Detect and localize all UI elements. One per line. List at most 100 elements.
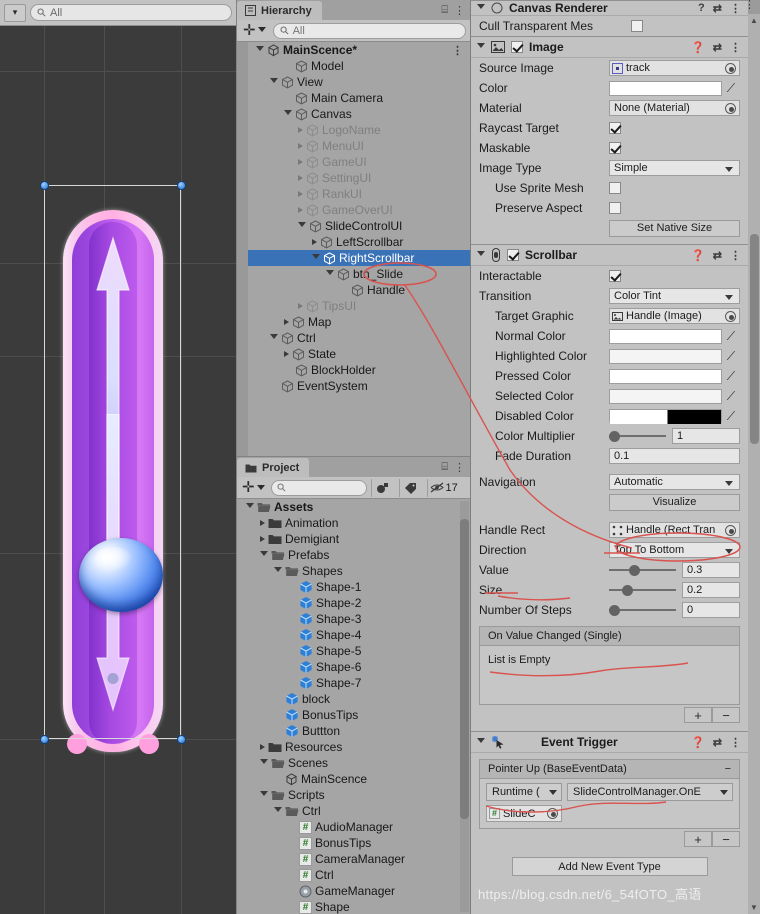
rect-handle-top-left[interactable] (40, 181, 49, 190)
hierarchy-item-ctrl[interactable]: Ctrl (237, 330, 470, 346)
hierarchy-item-rankui[interactable]: RankUI (237, 186, 470, 202)
chevron-down-icon[interactable] (284, 110, 292, 118)
color-swatch[interactable] (609, 80, 722, 96)
remove-event-listener-button[interactable]: − (712, 831, 740, 847)
project-item-scripts[interactable]: Scripts (237, 787, 470, 803)
property-selected-color[interactable]: Selected Color ⟋ (471, 386, 748, 406)
interactable-checkbox[interactable] (609, 270, 621, 282)
hierarchy-item-canvas[interactable]: Canvas (237, 106, 470, 122)
chevron-down-icon[interactable] (312, 254, 320, 262)
chevron-down-icon[interactable] (477, 738, 485, 746)
preset-icon[interactable]: ⇄ (713, 2, 722, 15)
value-input[interactable]: 0.3 (682, 562, 740, 578)
direction-dropdown[interactable]: Top To Bottom (609, 542, 740, 558)
project-item-prefabs[interactable]: Prefabs (237, 547, 470, 563)
chevron-right-icon[interactable] (284, 319, 289, 325)
listener-object-field[interactable]: # SlideC (486, 805, 562, 822)
property-direction[interactable]: Direction Top To Bottom (471, 540, 748, 560)
component-header-canvas-renderer[interactable]: Canvas Renderer ? ⇄ ⋮ (471, 0, 748, 16)
hierarchy-item-slidecontrolui[interactable]: SlideControlUI (237, 218, 470, 234)
pressed-color-swatch[interactable] (609, 368, 722, 384)
component-header-scrollbar[interactable]: Scrollbar ❓ ⇄ ⋮ (471, 244, 748, 266)
hidden-packages-button[interactable]: 17 (426, 478, 461, 497)
component-menu-icon[interactable]: ⋮ (730, 736, 742, 749)
project-item-assets[interactable]: Assets (237, 499, 470, 515)
property-cull-transparent-mesh[interactable]: Cull Transparent Mes (471, 16, 748, 36)
eyedropper-icon[interactable]: ⟋ (722, 81, 740, 96)
create-object-button[interactable]: ✛ (241, 23, 268, 38)
highlighted-color-swatch[interactable] (609, 348, 722, 364)
project-scrollbar-track[interactable] (460, 501, 469, 912)
eyedropper-icon[interactable]: ⟋ (722, 369, 740, 384)
remove-entry-button[interactable]: − (725, 763, 731, 775)
project-item-demigiant[interactable]: Demigiant (237, 531, 470, 547)
slider-knob[interactable] (609, 604, 620, 616)
chevron-down-icon[interactable] (246, 503, 254, 511)
component-header-image[interactable]: Image ❓ ⇄ ⋮ (471, 36, 748, 58)
project-item-shape-5[interactable]: Shape-5 (237, 643, 470, 659)
property-fade-duration[interactable]: Fade Duration 0.1 (471, 446, 748, 466)
slider-knob[interactable] (622, 584, 634, 596)
scene-canvas[interactable] (0, 26, 236, 914)
tab-hierarchy[interactable]: Hierarchy (237, 1, 322, 20)
add-new-event-type-button[interactable]: Add New Event Type (511, 857, 708, 876)
component-menu-icon[interactable]: ⋮ (730, 41, 742, 54)
property-interactable[interactable]: Interactable (471, 266, 748, 286)
hierarchy-item-leftscrollbar[interactable]: LeftScrollbar (237, 234, 470, 250)
chevron-down-icon[interactable] (274, 807, 282, 815)
eyedropper-icon[interactable]: ⟋ (722, 409, 740, 424)
function-dropdown[interactable]: SlideControlManager.OnE (567, 783, 733, 801)
chevron-down-icon[interactable] (270, 334, 278, 342)
property-color[interactable]: Color ⟋ (471, 78, 748, 98)
eyedropper-icon[interactable]: ⟋ (722, 389, 740, 404)
navigation-dropdown[interactable]: Automatic (609, 474, 740, 490)
project-item-shape-3[interactable]: Shape-3 (237, 611, 470, 627)
project-search-input[interactable] (270, 479, 367, 496)
steps-input[interactable]: 0 (682, 602, 740, 618)
hierarchy-item-gameui[interactable]: GameUI (237, 154, 470, 170)
remove-listener-button[interactable]: − (712, 707, 740, 723)
property-number-of-steps[interactable]: Number Of Steps 0 (471, 600, 748, 620)
slider-knob[interactable] (629, 564, 641, 576)
hierarchy-item-blockholder[interactable]: BlockHolder (237, 362, 470, 378)
create-asset-button[interactable]: ✛ (240, 480, 267, 495)
property-pressed-color[interactable]: Pressed Color ⟋ (471, 366, 748, 386)
chevron-right-icon[interactable] (260, 744, 265, 750)
preset-icon[interactable]: ⇄ (713, 249, 722, 262)
set-native-size-button[interactable]: Set Native Size (609, 219, 740, 237)
source-image-object-field[interactable]: track (609, 60, 740, 76)
project-tree[interactable]: Assets Animation Demigiant Prefabs Shapes Sha… (237, 499, 470, 914)
maskable-checkbox[interactable] (609, 142, 621, 154)
hierarchy-item-eventsystem[interactable]: EventSystem (237, 378, 470, 394)
rect-handle-top-right[interactable] (177, 181, 186, 190)
hierarchy-item-model[interactable]: Model (237, 58, 470, 74)
project-item-mainscence[interactable]: MainScence (237, 771, 470, 787)
chevron-down-icon[interactable] (326, 270, 334, 278)
chevron-down-icon[interactable] (260, 791, 268, 799)
hierarchy-item-logoname[interactable]: LogoName (237, 122, 470, 138)
inspector-scrollbar[interactable]: ▲ ▼ (748, 14, 760, 914)
chevron-down-icon[interactable] (270, 78, 278, 86)
property-raycast-target[interactable]: Raycast Target (471, 118, 748, 138)
scroll-up-arrow-icon[interactable]: ▲ (750, 16, 758, 25)
property-disabled-color[interactable]: Disabled Color ⟋ (471, 406, 748, 426)
hierarchy-item-main-camera[interactable]: Main Camera (237, 90, 470, 106)
visualize-button[interactable]: Visualize (609, 493, 740, 511)
transition-dropdown[interactable]: Color Tint (609, 288, 740, 304)
property-handle-rect[interactable]: Handle Rect Handle (Rect Tran (471, 520, 748, 540)
scene-menu-icon[interactable]: ⋮ (452, 44, 470, 57)
hierarchy-menu-icon[interactable]: ⋮ (454, 4, 466, 17)
normal-color-swatch[interactable] (609, 328, 722, 344)
property-source-image[interactable]: Source Image track (471, 58, 748, 78)
material-object-field[interactable]: None (Material) (609, 100, 740, 116)
chevron-right-icon[interactable] (298, 303, 303, 309)
chevron-right-icon[interactable] (298, 207, 303, 213)
hierarchy-item-tipsui[interactable]: TipsUI (237, 298, 470, 314)
hierarchy-item-view[interactable]: View (237, 74, 470, 90)
property-use-sprite-mesh[interactable]: Use Sprite Mesh (471, 178, 748, 198)
hierarchy-item-menuui[interactable]: MenuUI (237, 138, 470, 154)
help-icon[interactable]: ❓ (691, 736, 705, 749)
chevron-down-icon[interactable] (477, 251, 485, 259)
preserve-aspect-checkbox[interactable] (609, 202, 621, 214)
image-enabled-checkbox[interactable] (511, 41, 523, 53)
